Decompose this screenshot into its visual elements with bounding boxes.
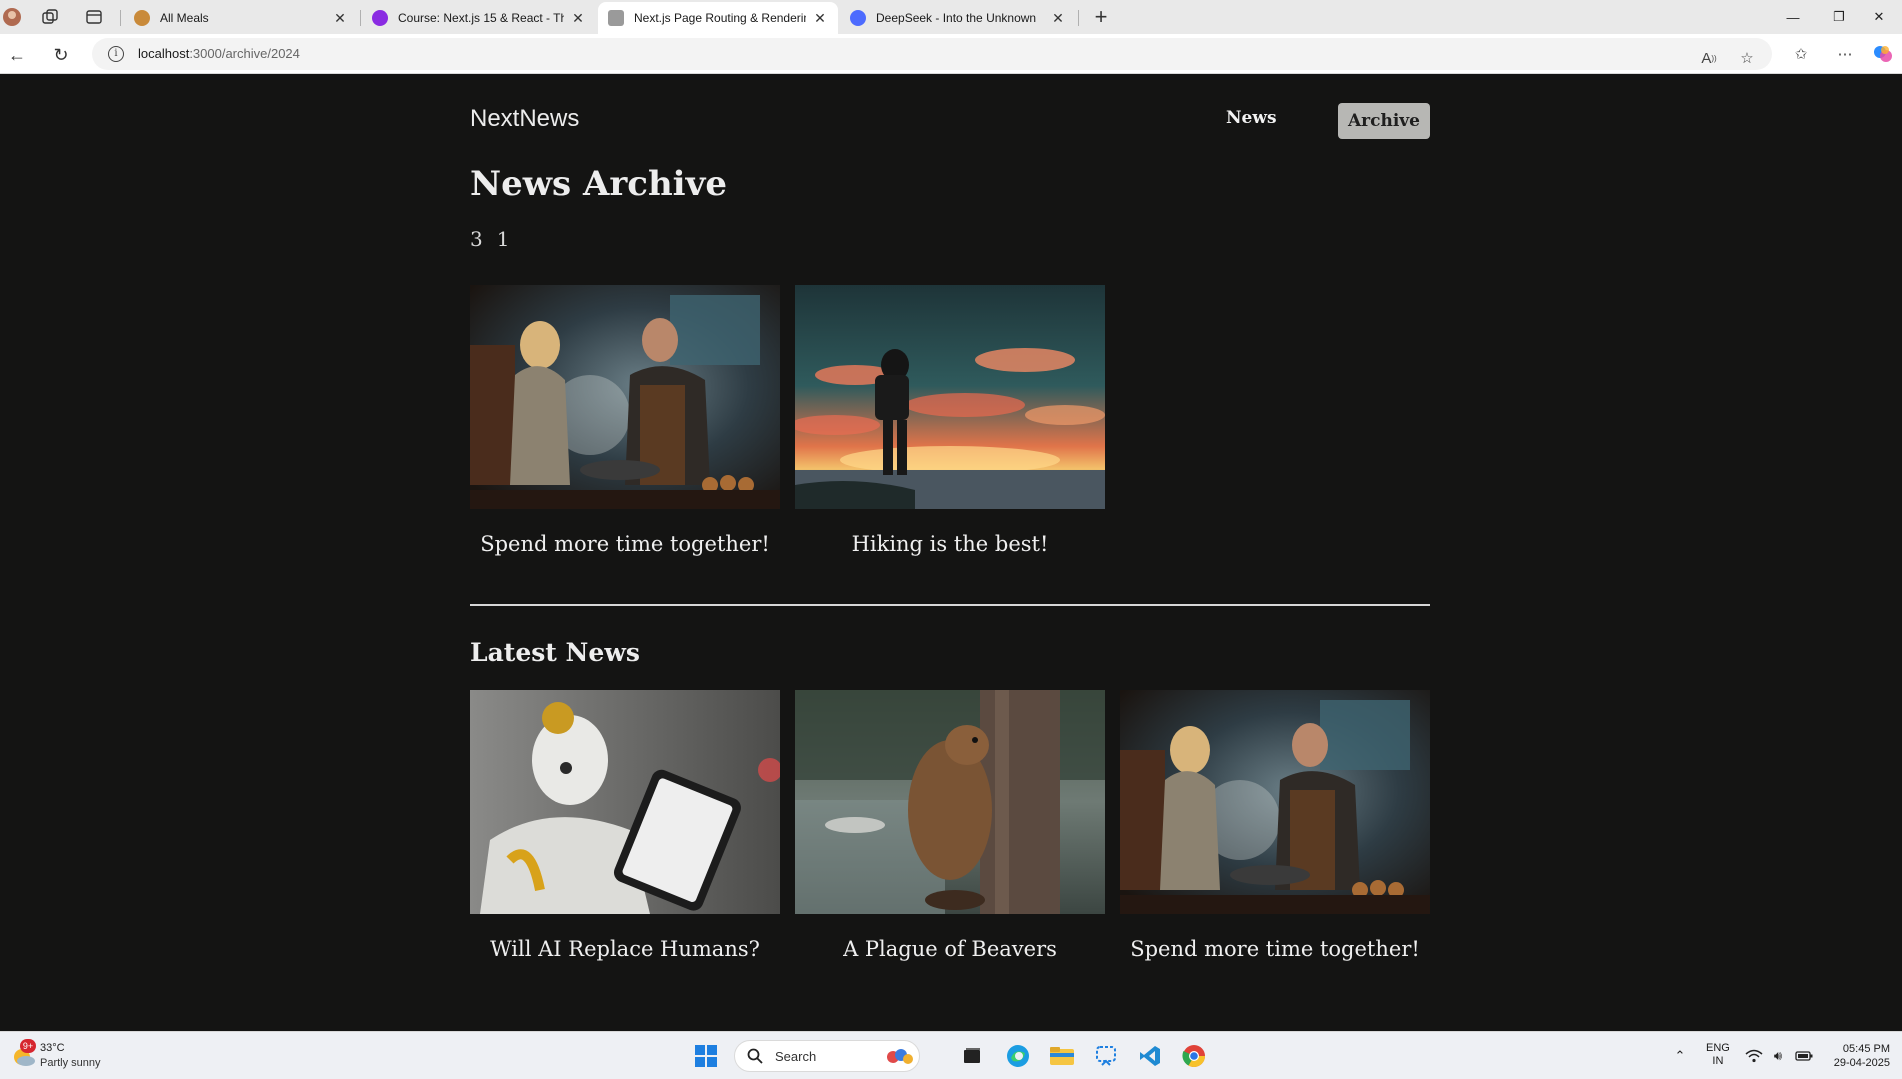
tab-nextjs-routing[interactable]: Next.js Page Routing & Rendering ✕ bbox=[598, 2, 838, 34]
close-icon[interactable]: ✕ bbox=[332, 10, 348, 27]
tab-deepseek[interactable]: DeepSeek - Into the Unknown ✕ bbox=[840, 2, 1076, 34]
volume-icon[interactable]: 🔊︎ bbox=[1768, 1046, 1788, 1066]
news-title[interactable]: Will AI Replace Humans? bbox=[470, 937, 780, 961]
task-view-icon[interactable] bbox=[956, 1040, 988, 1072]
news-card[interactable]: A Plague of Beavers bbox=[795, 690, 1105, 961]
address-bar: ← ↻ i localhost:3000/archive/2024 A)) ☆ … bbox=[0, 34, 1902, 74]
search-label: Search bbox=[775, 1049, 817, 1064]
chevron-up-icon[interactable]: ⌃ bbox=[1670, 1046, 1690, 1066]
vertical-tabs-icon[interactable] bbox=[84, 7, 104, 27]
chrome-icon[interactable] bbox=[1178, 1040, 1210, 1072]
tab-all-meals[interactable]: All Meals ✕ bbox=[124, 2, 358, 34]
weather-temperature: 33°C bbox=[40, 1042, 65, 1054]
weather-widget[interactable]: 9+ 33°C Partly sunny bbox=[10, 1039, 140, 1073]
language-indicator[interactable]: ENG IN bbox=[1706, 1042, 1730, 1068]
nav-link-archive[interactable]: Archive bbox=[1338, 103, 1430, 139]
tab-bar: All Meals ✕ Course: Next.js 15 & React -… bbox=[0, 0, 1902, 34]
profile-avatar[interactable] bbox=[2, 7, 22, 27]
search-icon bbox=[747, 1048, 763, 1064]
tab-title: Next.js Page Routing & Rendering bbox=[634, 11, 806, 25]
page-title: News Archive bbox=[470, 164, 727, 204]
back-icon[interactable]: ← bbox=[4, 42, 30, 68]
notification-badge: 9+ bbox=[20, 1039, 36, 1053]
month-filter-list: 3 1 bbox=[470, 227, 509, 251]
close-icon[interactable]: ✕ bbox=[812, 10, 828, 27]
edge-browser-icon[interactable] bbox=[1002, 1040, 1034, 1072]
clock-time: 05:45 PM bbox=[1842, 1043, 1890, 1055]
favorite-star-icon[interactable]: ☆ bbox=[1736, 47, 1758, 69]
tab-title: DeepSeek - Into the Unknown bbox=[876, 11, 1037, 25]
news-card[interactable]: Will AI Replace Humans? bbox=[470, 690, 780, 961]
favicon-icon bbox=[372, 10, 388, 26]
news-title[interactable]: A Plague of Beavers bbox=[795, 937, 1105, 961]
clock[interactable]: 05:45 PM 29-04-2025 bbox=[1820, 1042, 1890, 1070]
region-code: IN bbox=[1712, 1055, 1724, 1067]
more-menu-icon[interactable]: ⋯ bbox=[1834, 43, 1856, 65]
snipping-tool-icon[interactable] bbox=[1090, 1040, 1122, 1072]
read-aloud-icon[interactable]: A)) bbox=[1698, 47, 1720, 69]
news-title[interactable]: Spend more time together! bbox=[1120, 937, 1430, 961]
tab-title: All Meals bbox=[160, 11, 209, 25]
news-image-beaver-tree[interactable] bbox=[795, 690, 1105, 914]
windows-start-icon[interactable] bbox=[690, 1040, 722, 1072]
news-card[interactable]: Hiking is the best! bbox=[795, 285, 1105, 556]
new-tab-icon[interactable]: + bbox=[1088, 4, 1114, 30]
web-page: NextNews News Archive News Archive 3 1 S… bbox=[0, 75, 1902, 1031]
latest-news-heading: Latest News bbox=[470, 638, 640, 667]
news-image-couple-cooking[interactable] bbox=[470, 285, 780, 509]
copilot-icon[interactable] bbox=[1872, 43, 1894, 65]
wifi-icon[interactable] bbox=[1744, 1046, 1764, 1066]
section-divider bbox=[470, 604, 1430, 606]
refresh-icon[interactable]: ↻ bbox=[48, 42, 74, 68]
site-info-icon[interactable]: i bbox=[108, 46, 124, 62]
close-icon[interactable]: ✕ bbox=[1050, 10, 1066, 27]
weather-description: Partly sunny bbox=[40, 1057, 101, 1069]
battery-icon[interactable] bbox=[1794, 1046, 1814, 1066]
news-image-robot-tablet[interactable] bbox=[470, 690, 780, 914]
news-title[interactable]: Hiking is the best! bbox=[795, 532, 1105, 556]
workspaces-icon[interactable] bbox=[40, 7, 60, 27]
url-field[interactable]: i localhost:3000/archive/2024 A)) ☆ bbox=[92, 38, 1772, 70]
clock-date: 29-04-2025 bbox=[1833, 1057, 1890, 1069]
month-link[interactable]: 1 bbox=[497, 227, 510, 251]
news-card[interactable]: Spend more time together! bbox=[470, 285, 780, 556]
site-logo[interactable]: NextNews bbox=[470, 105, 579, 133]
news-image-couple-cooking[interactable] bbox=[1120, 690, 1430, 914]
taskbar-search-box[interactable]: Search bbox=[734, 1040, 920, 1072]
minimize-icon[interactable]: — bbox=[1770, 0, 1816, 34]
news-image-hiker-sunset[interactable] bbox=[795, 285, 1105, 509]
url-path: :3000/archive/2024 bbox=[189, 46, 300, 61]
tab-separator bbox=[120, 10, 121, 26]
search-highlight-icon bbox=[885, 1047, 915, 1072]
windows-taskbar: 9+ 33°C Partly sunny Search ⌃ ENG IN 🔊︎ … bbox=[0, 1031, 1902, 1079]
tab-separator bbox=[360, 10, 361, 26]
file-explorer-icon[interactable] bbox=[1046, 1040, 1078, 1072]
tab-title: Course: Next.js 15 & React - The Complet… bbox=[398, 11, 564, 25]
close-window-icon[interactable]: ✕ bbox=[1856, 0, 1902, 34]
tab-separator bbox=[1078, 10, 1079, 26]
news-card[interactable]: Spend more time together! bbox=[1120, 690, 1430, 961]
tab-course[interactable]: Course: Next.js 15 & React - The Complet… bbox=[362, 2, 596, 34]
favicon-icon bbox=[608, 10, 624, 26]
favicon-icon bbox=[134, 10, 150, 26]
nav-link-news[interactable]: News bbox=[1226, 108, 1277, 128]
close-icon[interactable]: ✕ bbox=[570, 10, 586, 27]
url-host: localhost bbox=[138, 46, 190, 61]
favorites-icon[interactable]: ✩ bbox=[1790, 43, 1812, 65]
month-link[interactable]: 3 bbox=[470, 227, 483, 251]
vscode-icon[interactable] bbox=[1134, 1040, 1166, 1072]
language-code: ENG bbox=[1706, 1042, 1730, 1054]
url-text[interactable]: localhost:3000/archive/2024 bbox=[138, 46, 300, 61]
favicon-icon bbox=[850, 10, 866, 26]
news-title[interactable]: Spend more time together! bbox=[470, 532, 780, 556]
